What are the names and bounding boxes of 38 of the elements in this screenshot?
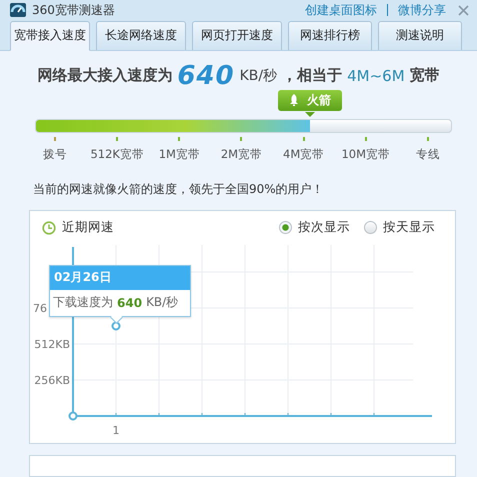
y-tick-label: 256KB xyxy=(34,374,70,386)
tooltip-label: 下载速度为 xyxy=(53,294,113,311)
tab[interactable]: 网页打开速度 xyxy=(192,20,282,50)
tab[interactable]: 测速说明 xyxy=(378,20,462,50)
close-icon[interactable] xyxy=(458,4,469,16)
speed-tier-label: 拨号 xyxy=(43,146,68,162)
headline-text: 网络最大接入速度为 xyxy=(37,66,172,85)
speed-tier-label: 2M宽带 xyxy=(220,146,262,162)
tooltip-date: 02月26日 xyxy=(54,269,112,286)
headline-text: ，相当于 xyxy=(282,66,342,85)
tooltip-value: 640 xyxy=(117,296,142,310)
speed-tier-label: 专线 xyxy=(416,146,440,162)
y-tick-label: 512KB xyxy=(34,338,70,350)
x-tick-label: 1 xyxy=(112,424,120,436)
card-title: 近期网速 xyxy=(62,219,115,236)
tab[interactable]: 网速排行榜 xyxy=(288,20,372,50)
speed-tier-label: 10M宽带 xyxy=(341,146,390,162)
speed-unit: KB/秒 xyxy=(240,66,278,84)
window-title: 360宽带测速器 xyxy=(32,2,116,19)
headline-text: 宽带 xyxy=(410,66,440,85)
clock-icon xyxy=(42,220,56,234)
y-tick-label: 76 xyxy=(33,302,47,314)
data-point[interactable] xyxy=(112,321,120,330)
view-radio[interactable]: 按天显示 xyxy=(364,219,435,236)
data-point[interactable] xyxy=(68,411,78,420)
tab[interactable]: 宽带接入速度 xyxy=(10,20,90,50)
rocket-icon xyxy=(289,94,300,106)
app-logo-icon xyxy=(10,3,26,18)
badge-label: 火箭 xyxy=(307,92,332,108)
tooltip-unit: KB/秒 xyxy=(146,294,178,311)
speed-tier-label: 512K宽带 xyxy=(90,146,144,162)
speed-tier-label: 1M宽带 xyxy=(158,146,200,162)
speed-tier-label: 4M宽带 xyxy=(283,146,324,162)
summary-text: 当前的网速就像火箭的速度，领先于全国90%的用户！ xyxy=(33,180,325,198)
view-radio[interactable]: 按次显示 xyxy=(279,219,350,236)
speed-value: 640 xyxy=(177,60,235,90)
bandwidth-range: 4M~6M xyxy=(347,66,405,84)
tab[interactable]: 长途网络速度 xyxy=(96,20,186,50)
